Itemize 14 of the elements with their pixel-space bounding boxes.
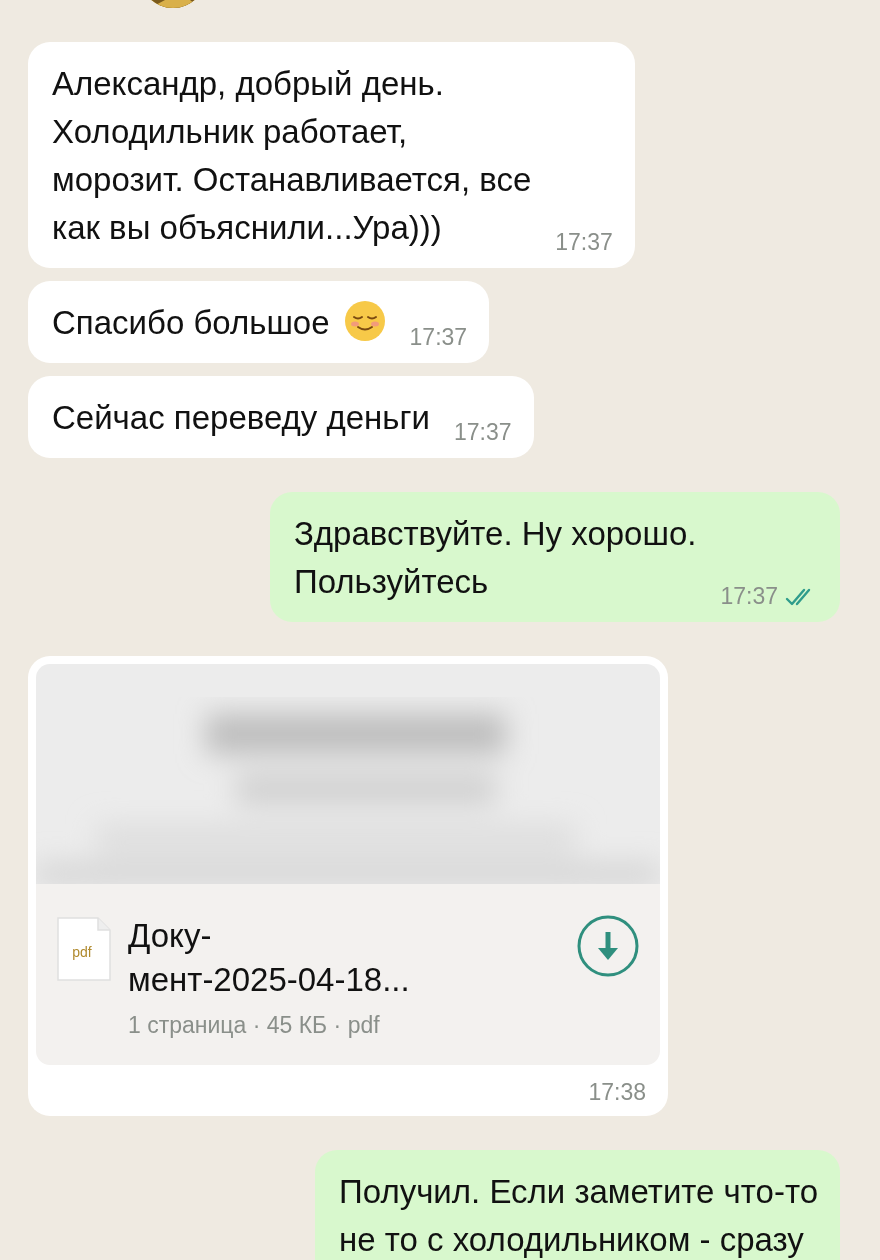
document-details: 1 страница · 45 КБ · pdf [128, 1012, 381, 1039]
message-time: 17:37 [454, 419, 512, 446]
message-text: Получил. Если заметите что-то не то с холодильником - сразу [339, 1173, 818, 1258]
download-button[interactable] [576, 914, 640, 978]
message-time: 17:38 [588, 1078, 647, 1106]
document-name: Доку- мент-2025-04-18... [128, 916, 411, 1000]
pdf-file-icon: pdf [56, 916, 112, 982]
message-text: Спасибо большое [52, 304, 330, 341]
message-time: 17:37 [555, 229, 613, 256]
message-text: Сейчас переведу деньги [52, 399, 430, 436]
message-time: 17:37 [720, 583, 778, 610]
message-text: Александр, добрый день. Холодильник работает, морозит. Останавливается, все как вы объяснили...Ура))) [52, 65, 532, 246]
message-text: Здравствуйте. Ну хорошо. Пользуйтесь [293, 515, 697, 600]
message-time: 17:37 [409, 324, 468, 351]
